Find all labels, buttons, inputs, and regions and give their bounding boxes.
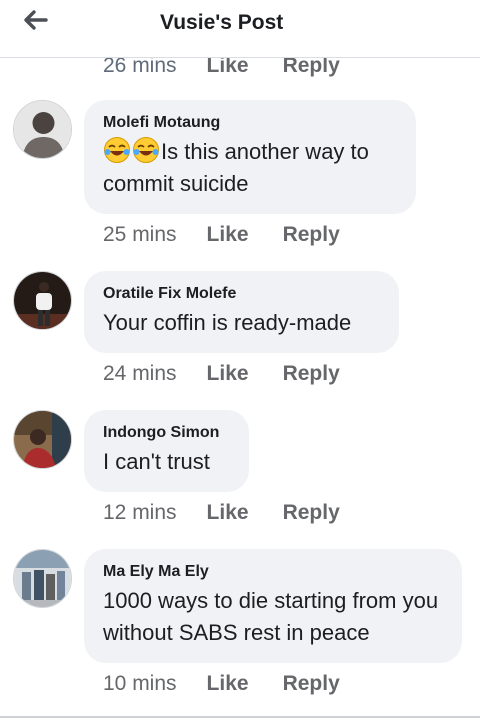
comment-actions: 24 mins Like Reply bbox=[103, 362, 340, 386]
like-button[interactable]: Like bbox=[207, 672, 249, 696]
comment-bubble[interactable]: Oratile Fix Molefe Your coffin is ready-… bbox=[84, 271, 399, 353]
comment-author[interactable]: Ma Ely Ma Ely bbox=[103, 562, 443, 582]
reply-button[interactable]: Reply bbox=[283, 223, 340, 247]
comment-actions: 12 mins Like Reply bbox=[103, 501, 340, 525]
comment-time: 10 mins bbox=[103, 672, 177, 695]
reply-button[interactable]: Reply bbox=[283, 501, 340, 525]
comment-author[interactable]: Molefi Motaung bbox=[103, 113, 397, 133]
comment-text: Is this another way to commit suicide bbox=[103, 136, 397, 200]
reply-button[interactable]: Reply bbox=[283, 672, 340, 696]
top-bar: Vusie's Post bbox=[0, 0, 480, 58]
avatar[interactable] bbox=[13, 271, 72, 330]
profile-photo-icon bbox=[14, 411, 71, 468]
profile-photo-icon bbox=[14, 101, 71, 158]
comment-actions: 25 mins Like Reply bbox=[103, 223, 340, 247]
comment-author[interactable]: Oratile Fix Molefe bbox=[103, 284, 380, 304]
comment-bubble[interactable]: Indongo Simon I can't trust bbox=[84, 410, 249, 492]
comment-time: 25 mins bbox=[103, 223, 177, 246]
avatar[interactable] bbox=[13, 100, 72, 159]
bottom-divider bbox=[0, 716, 480, 718]
profile-photo-icon bbox=[14, 550, 71, 607]
comment-time: 24 mins bbox=[103, 362, 177, 385]
like-button[interactable]: Like bbox=[207, 223, 249, 247]
comment-actions: 10 mins Like Reply bbox=[103, 672, 340, 696]
comment-text: Your coffin is ready-made bbox=[103, 310, 352, 335]
comment-text: 1000 ways to die starting from you witho… bbox=[103, 588, 439, 645]
tears-of-joy-icon bbox=[133, 137, 159, 163]
reply-button[interactable]: Reply bbox=[283, 362, 340, 386]
page-title: Vusie's Post bbox=[160, 11, 284, 34]
avatar[interactable] bbox=[13, 549, 72, 608]
back-button[interactable] bbox=[20, 6, 52, 34]
back-arrow-icon bbox=[24, 10, 48, 30]
comment-bubble[interactable]: Ma Ely Ma Ely 1000 ways to die starting … bbox=[84, 549, 462, 663]
post-comments-screen: Vusie's Post 26 mins Like Reply Molefi M… bbox=[0, 0, 480, 722]
comment-text: I can't trust bbox=[103, 449, 210, 474]
avatar[interactable] bbox=[13, 410, 72, 469]
like-button[interactable]: Like bbox=[207, 501, 249, 525]
comment-bubble[interactable]: Molefi Motaung Is this another way to co… bbox=[84, 100, 416, 214]
tears-of-joy-icon bbox=[104, 137, 130, 163]
comment-author[interactable]: Indongo Simon bbox=[103, 423, 230, 443]
comment-time: 12 mins bbox=[103, 501, 177, 524]
like-button[interactable]: Like bbox=[207, 362, 249, 386]
profile-photo-icon bbox=[14, 272, 71, 329]
